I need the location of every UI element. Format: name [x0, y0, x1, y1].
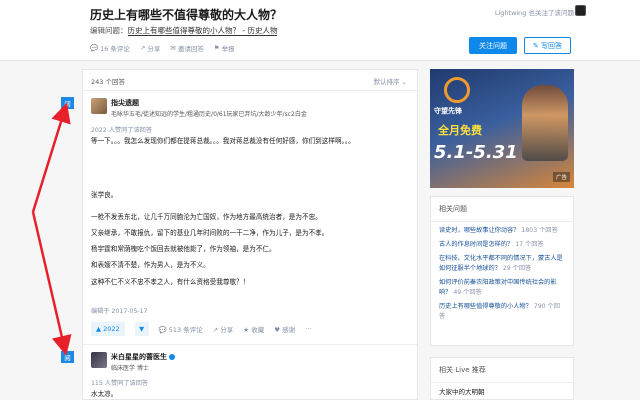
answer-count: 243 个回答 [91, 78, 125, 86]
star-icon: ★ [243, 326, 252, 334]
avatar[interactable] [91, 352, 107, 368]
list-item[interactable]: 读史时，哪些故事让你动容？ 1803 个回答 [431, 226, 573, 236]
downvote-button[interactable]: ▼ [134, 322, 149, 336]
overwatch-logo-icon [444, 77, 470, 103]
comment-icon: 💬 [158, 326, 169, 334]
author-name[interactable]: 米白星星的蔷医生 [111, 352, 175, 362]
list-item[interactable]: 如何评价前秦农阳政策对中国传统社会的影响？ 49 个回答 [431, 278, 573, 298]
comments-button[interactable]: 💬 16 条评论 [90, 43, 130, 53]
share-button[interactable]: ↗ 分享 [140, 43, 160, 53]
upvote-button[interactable]: ▲ 2022 [91, 322, 125, 336]
list-item[interactable]: 在科技、文化水平都不同的情况下，蒙古人是如何征服半个地球的？ 29 个回答 [431, 254, 573, 274]
divider [83, 344, 417, 345]
avatar[interactable] [575, 5, 586, 16]
thanks-button[interactable]: ♥ 感谢 [274, 324, 295, 334]
side-tag: 阅 [61, 97, 74, 109]
live-recommendations: 相关 Live 推荐 大家中的大明朝 [430, 357, 574, 400]
answer-paragraph: 和表嫂不清不楚，作为男人，是为不义。 [91, 261, 210, 269]
question-actions: 💬 16 条评论 ↗ 分享 ✉ 邀请回答 ⚑ 举报 [90, 43, 235, 53]
list-item[interactable]: 古人的作息时间是怎样的？ 17 个回答 [431, 240, 573, 250]
answer-paragraph: 张学良。 [91, 191, 118, 199]
live-item[interactable]: 大家中的大明朝 [439, 386, 485, 396]
character-image [522, 85, 568, 161]
follow-question-button[interactable]: 关注问题 [469, 37, 517, 54]
answer-author: 指尖遗题 毛咏华五毛/徒述知远的学生/粗通历史/0/61玩家已弃坑/大龄少年/s… [91, 98, 307, 118]
banner-free: 全月免费 [438, 124, 482, 137]
verified-icon [169, 354, 175, 360]
share-icon: ↗ [139, 44, 146, 52]
author-bio: 毛咏华五毛/徒述知远的学生/粗通历史/0/61玩家已弃坑/大龄少年/sc2白金 [111, 111, 307, 118]
triangle-down-icon: ▼ [139, 325, 145, 333]
favorite-button[interactable]: ★ 收藏 [243, 324, 264, 334]
answer-paragraph: 等一下。。。我怎么发现你们都在提蒋总裁。。。我对蒋总裁没有任何好感，你们到这样啊… [91, 137, 355, 145]
answer-actions: ▲ 2022 ▼ 💬 513 条评论 ↗ 分享 ★ 收藏 ♥ 感谢 ··· [91, 322, 311, 336]
edit-label: 编辑问题： [90, 26, 128, 35]
related-title: 相关问题 [431, 197, 573, 222]
likers-count[interactable]: 115 人赞同了该回答 [91, 378, 148, 387]
list-item[interactable]: 历史上有哪些值得尊敬的小人物？ 790 个回答 [431, 302, 573, 322]
heart-icon: ♥ [274, 326, 283, 334]
more-button[interactable]: ··· [305, 325, 311, 333]
question-title: 历史上有哪些不值得尊敬的大人物？ [90, 8, 283, 22]
related-questions: 相关问题 读史时，哪些故事让你动容？ 1803 个回答 古人的作息时间是怎样的？… [430, 196, 574, 346]
answer-paragraph: 一枪不发丢东北，让几千万同胞沦为亡国奴，作为地方最高统治者，是为不忠。 [91, 213, 322, 221]
edit-text[interactable]: 历史上有哪些值得尊敬的小人物？ - 历史人物 [127, 26, 278, 36]
answer-paragraph: 又亲继承，不敢报仇，留下的基业几年时间败的一干二净，作为儿子，是为不孝。 [91, 229, 329, 237]
sort-dropdown[interactable]: 默认排序 ⌄ [373, 76, 407, 86]
pencil-icon: ✎ [532, 41, 542, 50]
avatar[interactable] [91, 98, 107, 114]
comment-icon: 💬 [90, 44, 99, 52]
report-button[interactable]: ⚑ 举报 [214, 43, 235, 53]
ad-badge: 广告 [552, 172, 570, 182]
answer-paragraph: 杨宇霆和常荫槐吃个饭回去就被他毙了，作为领袖，是为不仁。 [91, 245, 276, 253]
edited-time[interactable]: 编辑于 2017-05-17 [91, 306, 148, 315]
edit-question[interactable]: 编辑问题：历史上有哪些值得尊敬的小人物？ - 历史人物 [90, 25, 278, 36]
author-bio: 临床医学 博士 [111, 365, 149, 372]
invite-button[interactable]: ✉ 邀请回答 [170, 43, 203, 53]
banner-title: 守望先锋 [434, 107, 462, 115]
followers-text[interactable]: Lightwing 也关注了该问题 [495, 7, 574, 17]
answer-author: 米白星星的蔷医生 临床医学 博士 [91, 352, 175, 372]
answer-list: 243 个回答 默认排序 ⌄ 指尖遗题 毛咏华五毛/徒述知远的学生/粗通历史/0… [82, 69, 418, 400]
question-header: 历史上有哪些不值得尊敬的大人物？ 编辑问题：历史上有哪些值得尊敬的小人物？ - … [0, 0, 640, 61]
ad-banner[interactable]: 守望先锋 全月免费 5.1-5.31 广告 [430, 69, 574, 188]
comments-button[interactable]: 💬 513 条评论 [159, 324, 203, 334]
answer-paragraph: 这种不仁不义不忠不孝之人，有什么资格受我尊敬？！ [91, 278, 250, 286]
answer-paragraph: 水太凉。 [91, 390, 118, 398]
divider [83, 90, 417, 91]
likers-count[interactable]: 2022 人赞同了该回答 [91, 125, 152, 134]
live-title: 相关 Live 推荐 [431, 358, 573, 383]
author-name[interactable]: 指尖遗题 [111, 98, 307, 108]
share-button[interactable]: ↗ 分享 [213, 324, 234, 334]
flag-icon: ⚑ [213, 44, 220, 52]
side-tag: 阅 [61, 351, 74, 363]
write-answer-button[interactable]: ✎ 写回答 [524, 37, 571, 54]
invite-icon: ✉ [170, 44, 176, 52]
banner-date: 5.1-5.31 [434, 142, 518, 163]
